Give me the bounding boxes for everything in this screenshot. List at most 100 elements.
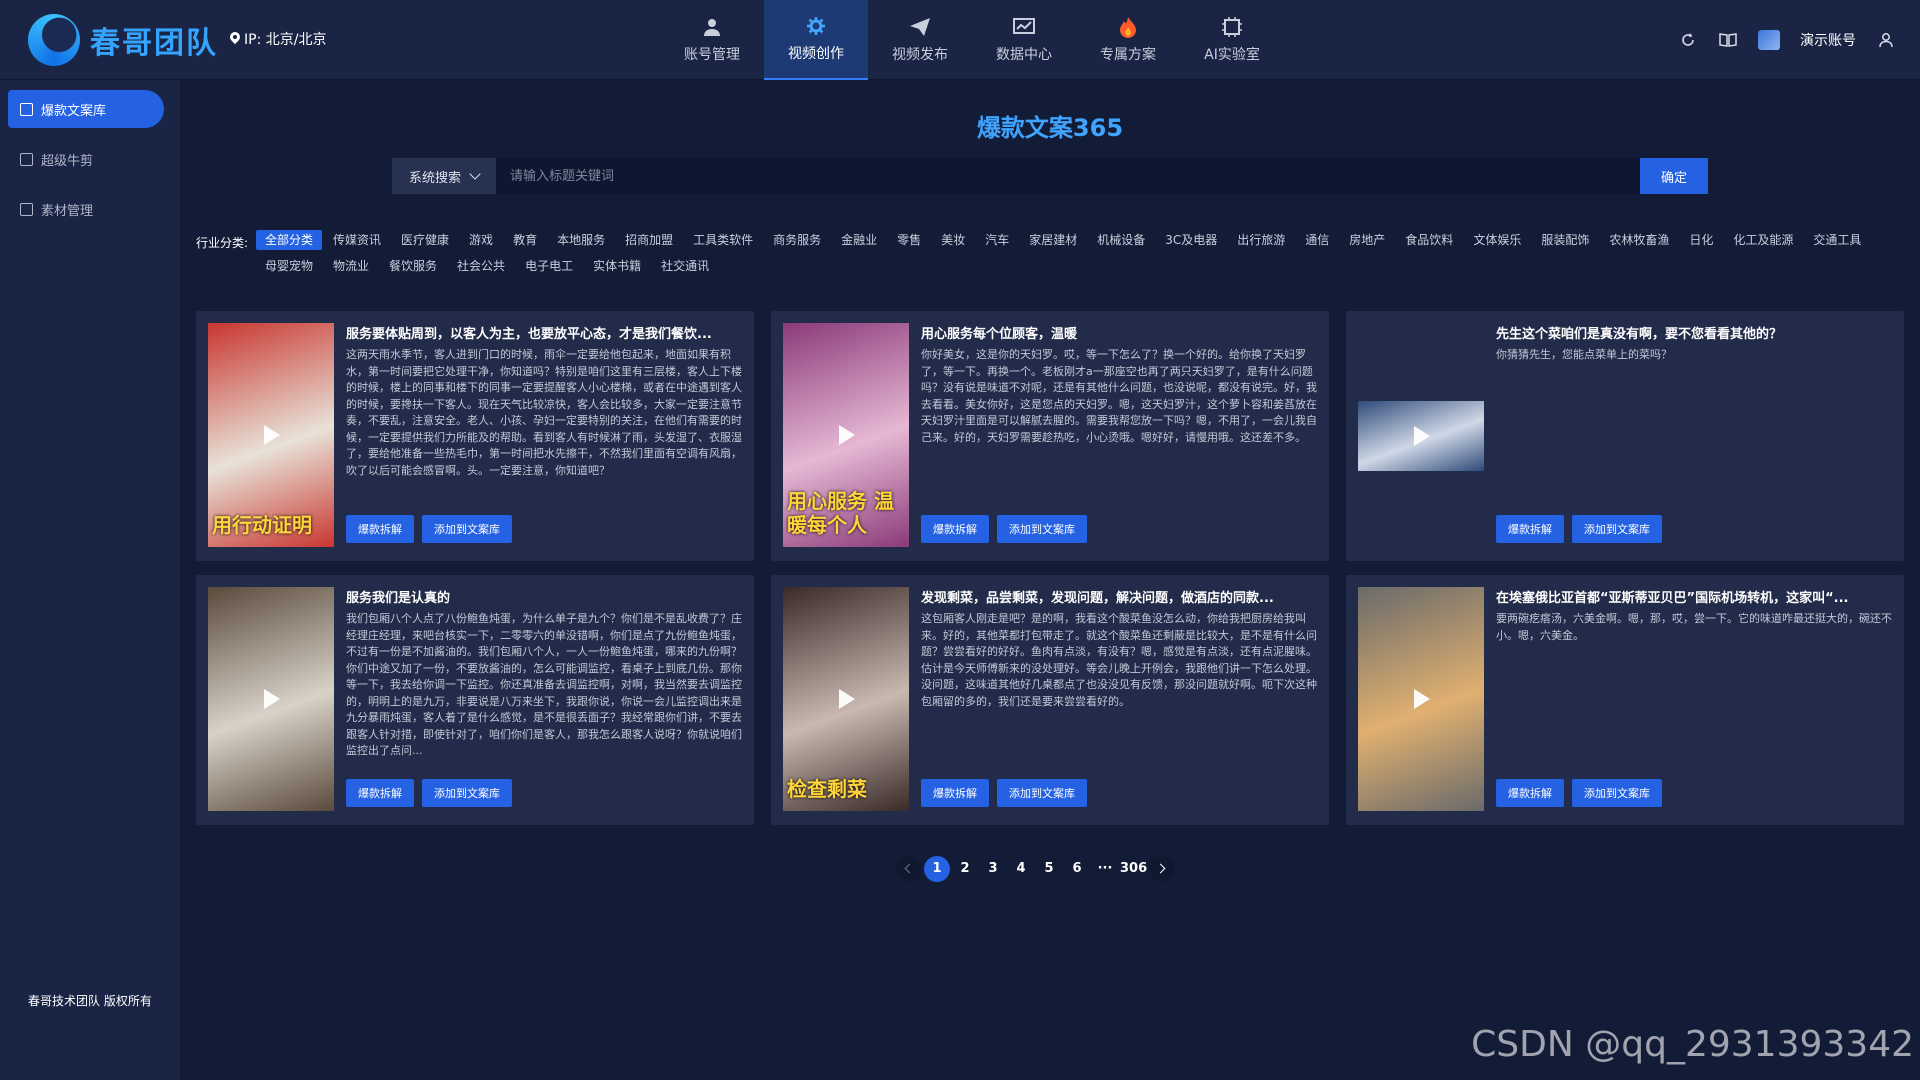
analyze-button[interactable]: 爆款拆解 <box>346 779 414 807</box>
video-thumbnail[interactable]: 用心服务 温暖每个人 <box>783 323 909 547</box>
card-actions: 爆款拆解 添加到文案库 <box>346 515 512 543</box>
analyze-button[interactable]: 爆款拆解 <box>1496 515 1564 543</box>
play-icon[interactable] <box>1414 426 1430 446</box>
add-to-library-button[interactable]: 添加到文案库 <box>1572 779 1662 807</box>
industry-tag[interactable]: 餐饮服务 <box>380 256 446 276</box>
play-icon[interactable] <box>264 425 280 445</box>
industry-tag[interactable]: 3C及电器 <box>1156 230 1226 250</box>
video-thumbnail[interactable] <box>1358 401 1484 471</box>
nav-ai-lab[interactable]: AI实验室 <box>1180 0 1284 80</box>
analyze-button[interactable]: 爆款拆解 <box>921 515 989 543</box>
industry-tag[interactable]: 化工及能源 <box>1724 230 1802 250</box>
industry-tag[interactable]: 商务服务 <box>764 230 830 250</box>
header-actions: 演示账号 <box>1678 0 1896 80</box>
industry-tag[interactable]: 医疗健康 <box>392 230 458 250</box>
analyze-button[interactable]: 爆款拆解 <box>921 779 989 807</box>
industry-tag[interactable]: 金融业 <box>832 230 886 250</box>
card-body: 要两碗疙瘩汤，六美金啊。嗯，那，哎，尝一下。它的味道咋最还挺大的，碗还不小。嗯，… <box>1496 612 1892 642</box>
user-icon[interactable] <box>1876 30 1896 50</box>
industry-tag[interactable]: 社交通讯 <box>652 256 718 276</box>
page-number[interactable]: 4 <box>1008 856 1034 882</box>
page-number[interactable]: ··· <box>1092 856 1118 882</box>
pagination: 1 2 3 4 5 6 ··· 306 <box>896 856 1176 882</box>
industry-tag[interactable]: 交通工具 <box>1804 230 1870 250</box>
industry-tag[interactable]: 物流业 <box>324 256 378 276</box>
industry-tag[interactable]: 电子电工 <box>516 256 582 276</box>
industry-tag[interactable]: 家居建材 <box>1020 230 1086 250</box>
sidebar-item-material-management[interactable]: 素材管理 <box>8 190 164 228</box>
sidebar-item-super-editor[interactable]: 超级牛剪 <box>8 140 164 178</box>
industry-tag[interactable]: 社会公共 <box>448 256 514 276</box>
add-to-library-button[interactable]: 添加到文案库 <box>1572 515 1662 543</box>
card-actions: 爆款拆解 添加到文案库 <box>1496 779 1662 807</box>
video-thumbnail[interactable] <box>208 587 334 811</box>
book-icon[interactable] <box>1718 30 1738 50</box>
play-icon[interactable] <box>839 689 855 709</box>
nav-video-creation[interactable]: 视频创作 <box>764 0 868 80</box>
ip-location: IP: 北京/北京 <box>230 29 326 49</box>
search-type-select[interactable]: 系统搜索 <box>392 158 496 194</box>
add-to-library-button[interactable]: 添加到文案库 <box>997 779 1087 807</box>
play-icon[interactable] <box>839 425 855 445</box>
industry-tag[interactable]: 通信 <box>1296 230 1338 250</box>
refresh-icon[interactable] <box>1678 30 1698 50</box>
video-thumbnail[interactable]: 用行动证明 <box>208 323 334 547</box>
industry-tag[interactable]: 游戏 <box>460 230 502 250</box>
industry-tag[interactable]: 全部分类 <box>256 230 323 250</box>
nav-data-center[interactable]: 数据中心 <box>972 0 1076 80</box>
analyze-button[interactable]: 爆款拆解 <box>1496 779 1564 807</box>
industry-tag[interactable]: 文体娱乐 <box>1464 230 1530 250</box>
brand-logo[interactable]: 春哥团队 <box>28 12 218 68</box>
industry-tag[interactable]: 农林牧畜渔 <box>1600 230 1678 250</box>
nav-video-publish[interactable]: 视频发布 <box>868 0 972 80</box>
ip-label: IP: 北京/北京 <box>244 32 327 48</box>
industry-tag[interactable]: 母婴宠物 <box>256 256 322 276</box>
page-title: 爆款文案365 <box>976 114 1124 142</box>
industry-tag[interactable]: 本地服务 <box>548 230 614 250</box>
play-icon[interactable] <box>1414 689 1430 709</box>
search-confirm-button[interactable]: 确定 <box>1640 158 1708 194</box>
page-number[interactable]: 2 <box>952 856 978 882</box>
add-to-library-button[interactable]: 添加到文案库 <box>422 515 512 543</box>
document-icon <box>20 102 33 116</box>
prev-page-button[interactable] <box>896 856 922 882</box>
chevron-down-icon <box>469 168 481 180</box>
nav-account-management[interactable]: 账号管理 <box>660 0 764 80</box>
industry-tag[interactable]: 美妆 <box>932 230 974 250</box>
industry-tag[interactable]: 食品饮料 <box>1396 230 1462 250</box>
industry-tag[interactable]: 传媒资讯 <box>324 230 390 250</box>
page-number[interactable]: 3 <box>980 856 1006 882</box>
account-name[interactable]: 演示账号 <box>1800 30 1856 50</box>
nav-exclusive-plan[interactable]: 专属方案 <box>1076 0 1180 80</box>
industry-tag[interactable]: 教育 <box>504 230 546 250</box>
add-to-library-button[interactable]: 添加到文案库 <box>997 515 1087 543</box>
send-icon <box>909 16 931 38</box>
next-page-button[interactable] <box>1149 856 1176 882</box>
add-to-library-button[interactable]: 添加到文案库 <box>422 779 512 807</box>
analyze-button[interactable]: 爆款拆解 <box>346 515 414 543</box>
thumbnail-caption: 用心服务 温暖每个人 <box>787 489 894 537</box>
sidebar-item-copy-library[interactable]: 爆款文案库 <box>8 90 164 128</box>
thumbnail-caption: 检查剩菜 <box>787 777 867 801</box>
industry-tag[interactable]: 日化 <box>1680 230 1722 250</box>
page-number[interactable]: 1 <box>924 856 950 882</box>
page-number[interactable]: 5 <box>1036 856 1062 882</box>
industry-tag[interactable]: 实体书籍 <box>584 256 650 276</box>
video-thumbnail[interactable]: 检查剩菜 <box>783 587 909 811</box>
industry-tag[interactable]: 机械设备 <box>1088 230 1154 250</box>
page-number[interactable]: 6 <box>1064 856 1090 882</box>
industry-tag[interactable]: 招商加盟 <box>616 230 682 250</box>
avatar[interactable] <box>1758 30 1780 50</box>
sidebar-item-label: 爆款文案库 <box>41 103 107 119</box>
industry-tag[interactable]: 服装配饰 <box>1532 230 1598 250</box>
play-icon[interactable] <box>264 689 280 709</box>
industry-tag[interactable]: 出行旅游 <box>1228 230 1294 250</box>
search-input[interactable] <box>496 158 1640 194</box>
page-number[interactable]: 306 <box>1120 856 1147 882</box>
industry-tag[interactable]: 工具类软件 <box>684 230 762 250</box>
card-body: 你猜猜先生，您能点菜单上的菜吗？ <box>1496 348 1672 361</box>
industry-tag[interactable]: 零售 <box>888 230 930 250</box>
industry-tag[interactable]: 房地产 <box>1340 230 1394 250</box>
industry-tag[interactable]: 汽车 <box>976 230 1018 250</box>
video-thumbnail[interactable] <box>1358 587 1484 811</box>
